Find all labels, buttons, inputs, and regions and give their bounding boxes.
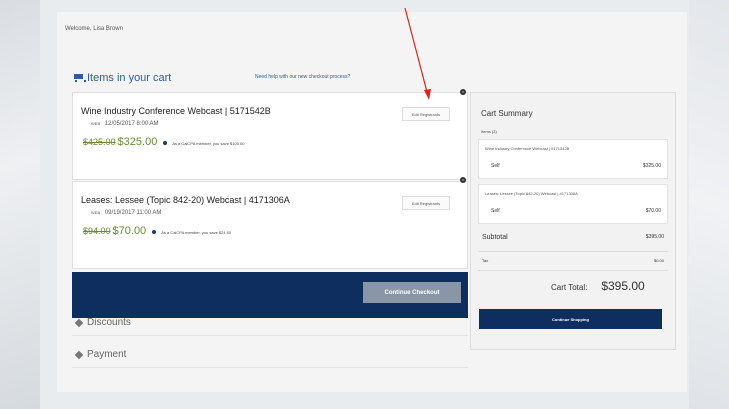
member-savings-note: As a CalCPA member, you save $24.00: [161, 230, 232, 235]
summary-title: Cart Summary: [481, 109, 533, 118]
background-right: [689, 0, 729, 409]
discounts-label: Discounts: [87, 317, 131, 328]
item-prices: $425.00 $325.00 As a CalCPA member, you …: [83, 136, 245, 148]
summary-item-amount: $70.00: [645, 208, 661, 214]
background-left: [0, 0, 40, 409]
cart-heading-label: Items in your cart: [87, 72, 172, 84]
subtotal-value: $395.00: [645, 234, 664, 240]
item-date-label: WEB: [91, 121, 101, 126]
divider: [478, 251, 668, 252]
help-link[interactable]: Need help with our new checkout process?: [255, 74, 350, 80]
divider: [478, 270, 668, 271]
continue-checkout-button[interactable]: Continue Checkout: [363, 282, 461, 303]
item-old-price: $94.00: [83, 226, 111, 236]
item-title: Leases: Lessee (Topic 842-20) Webcast | …: [81, 195, 290, 205]
cart-item: Wine Industry Conference Webcast | 51715…: [72, 92, 468, 180]
tax-row: Tax $0.00: [478, 258, 668, 263]
summary-item-name: Wine Industry Conference Webcast | 51715…: [485, 146, 570, 151]
summary-item-registrant: Self: [491, 208, 500, 214]
remove-item-icon[interactable]: ×: [460, 89, 466, 95]
info-dot-icon: [152, 230, 157, 234]
payment-section[interactable]: Payment: [72, 342, 468, 368]
item-prices: $94.00 $70.00 As a CalCPA member, you sa…: [83, 225, 231, 237]
summary-items-count: Items (2): [481, 129, 497, 134]
summary-item: Wine Industry Conference Webcast | 51715…: [478, 139, 668, 179]
welcome-text: Welcome, Lisa Brown: [65, 26, 123, 32]
summary-item: Leases: Lessee (Topic 842-20) Webcast | …: [478, 184, 668, 224]
summary-item-name: Leases: Lessee (Topic 842-20) Webcast | …: [485, 191, 578, 196]
continue-shopping-button[interactable]: Continue Shopping: [479, 309, 662, 329]
remove-item-icon[interactable]: ×: [460, 177, 466, 183]
cart-summary: Cart Summary Items (2) Wine Industry Con…: [470, 92, 676, 350]
item-date-label: WEB: [91, 210, 101, 215]
subtotal-label: Subtotal: [482, 234, 508, 241]
item-date: WEB 12/05/2017 8:00 AM: [91, 121, 159, 127]
subtotal-row: Subtotal $395.00: [478, 234, 668, 241]
item-date-value: 09/19/2017 11:00 AM: [104, 210, 162, 216]
checkout-page: Welcome, Lisa Brown Items in your cart N…: [57, 12, 687, 392]
item-date-value: 12/05/2017 8:00 AM: [104, 121, 159, 127]
payment-label: Payment: [87, 349, 127, 360]
cart-item: Leases: Lessee (Topic 842-20) Webcast | …: [72, 181, 468, 269]
item-old-price: $425.00: [83, 137, 116, 147]
tax-label: Tax: [482, 258, 489, 263]
cart-heading: Items in your cart: [74, 72, 171, 84]
info-dot-icon: [163, 141, 168, 145]
tag-icon: [74, 318, 84, 327]
summary-item-registrant: Self: [491, 163, 500, 169]
tax-value: $0.00: [653, 258, 664, 263]
cart-total: Cart Total: $395.00: [551, 279, 645, 293]
cart-icon: [74, 74, 86, 82]
item-title: Wine Industry Conference Webcast | 51715…: [81, 106, 271, 116]
member-savings-note: As a CalCPA member, you save $100.00: [172, 141, 245, 146]
item-price: $325.00: [117, 136, 158, 148]
item-date: WEB 09/19/2017 11:00 AM: [91, 210, 161, 216]
edit-registrants-button[interactable]: Edit Registrants: [402, 107, 450, 121]
cart-total-value: $395.00: [601, 279, 645, 293]
cart-total-label: Cart Total:: [551, 283, 588, 292]
edit-registrants-button[interactable]: Edit Registrants: [402, 196, 450, 210]
discounts-section[interactable]: Discounts: [72, 310, 468, 336]
summary-item-amount: $325.00: [642, 163, 661, 169]
item-price: $70.00: [112, 225, 147, 237]
tag-icon: [74, 350, 84, 359]
